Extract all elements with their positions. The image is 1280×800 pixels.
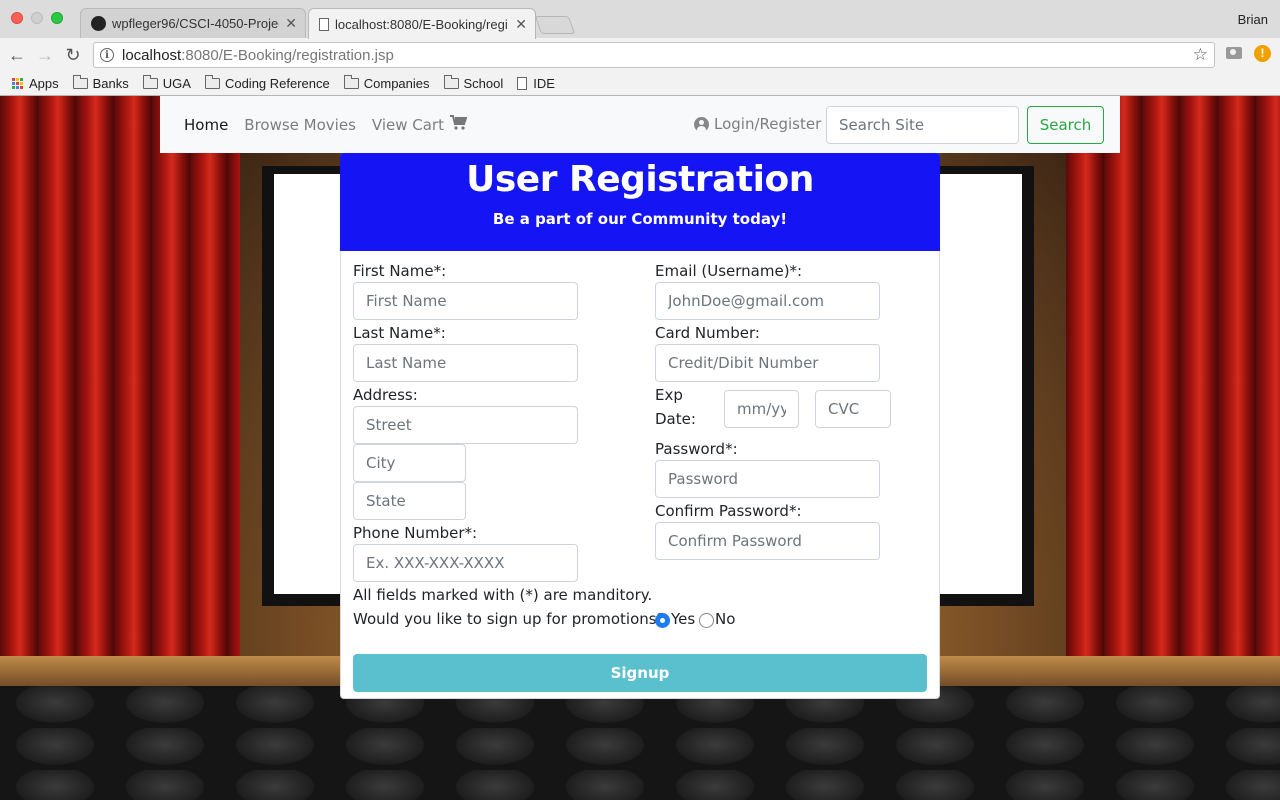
maximize-window-button[interactable] (51, 12, 63, 24)
card-number-field[interactable] (655, 344, 880, 382)
address-bar[interactable]: i localhost:8080/E-Booking/registration.… (93, 42, 1215, 68)
close-tab-icon[interactable]: ✕ (515, 16, 527, 33)
last-name-label: Last Name*: (353, 324, 446, 342)
right-curtain (1066, 96, 1280, 686)
password-label: Password*: (655, 440, 738, 458)
close-tab-icon[interactable]: ✕ (285, 15, 297, 32)
phone-field[interactable] (353, 544, 578, 582)
exp-date-label-line1: Exp (655, 386, 683, 404)
folder-icon (72, 74, 88, 89)
confirm-password-label: Confirm Password*: (655, 502, 802, 520)
reload-icon[interactable]: ↻ (62, 44, 84, 66)
login-label: Login/Register (714, 115, 822, 133)
page-subtitle: Be a part of our Community today! (492, 210, 788, 228)
tab-title: localhost:8080/E-Booking/regi (335, 16, 508, 32)
browser-tab-github[interactable]: wpfleger96/CSCI-4050-Projec ✕ (80, 8, 306, 38)
password-field[interactable] (655, 460, 880, 498)
site-search-button[interactable]: Search (1027, 106, 1104, 144)
email-label: Email (Username)*: (655, 262, 803, 280)
nav-view-cart-link[interactable]: View Cart (371, 115, 468, 134)
last-name-field[interactable] (353, 344, 578, 382)
browser-chrome: wpfleger96/CSCI-4050-Projec ✕ localhost:… (0, 0, 1280, 96)
bookmark-coding-reference[interactable]: Coding Reference (204, 74, 330, 91)
street-field[interactable] (353, 406, 578, 444)
address-label: Address: (353, 386, 418, 404)
bookmark-companies[interactable]: Companies (343, 74, 430, 91)
url-path: :8080/E-Booking/registration.jsp (181, 46, 394, 64)
folder-icon (204, 74, 220, 89)
registration-header: User Registration Be a part of our Commu… (340, 153, 940, 251)
site-search-input[interactable] (826, 106, 1019, 144)
bookmark-label: Banks (92, 75, 129, 91)
camera-icon[interactable] (1226, 47, 1242, 59)
bookmark-uga[interactable]: UGA (142, 74, 191, 91)
bookmark-banks[interactable]: Banks (72, 74, 129, 91)
browser-toolbar: ← → ↻ i localhost:8080/E-Booking/registr… (0, 38, 1280, 72)
bookmark-label: UGA (162, 75, 191, 91)
bookmark-label: Coding Reference (224, 75, 330, 91)
exp-date-field[interactable] (724, 390, 799, 428)
bookmarks-bar: Apps Banks UGA Coding Reference Companie… (0, 72, 1280, 94)
confirm-password-field[interactable] (655, 522, 880, 560)
warning-icon[interactable]: ! (1254, 45, 1271, 62)
email-field[interactable] (655, 282, 880, 320)
promotions-yes-radio[interactable] (655, 613, 670, 628)
bookmark-school[interactable]: School (443, 74, 504, 91)
nav-cart-label: View Cart (371, 115, 444, 134)
cvc-field[interactable] (815, 390, 891, 428)
folder-icon (343, 74, 359, 89)
github-icon (91, 16, 106, 31)
registration-card: User Registration Be a part of our Commu… (340, 153, 940, 699)
nav-browse-movies-link[interactable]: Browse Movies (244, 116, 356, 134)
city-field[interactable] (353, 444, 466, 482)
bookmark-label: Apps (29, 75, 59, 91)
tab-title: wpfleger96/CSCI-4050-Projec (112, 16, 280, 31)
page-icon (319, 17, 329, 31)
minimize-window-button[interactable] (31, 12, 43, 24)
url-host: localhost (122, 46, 182, 64)
card-number-label: Card Number: (655, 324, 760, 342)
promotions-yes-label[interactable]: Yes (671, 610, 695, 628)
state-field[interactable] (353, 482, 466, 520)
nav-login-register-link[interactable]: Login/Register (694, 115, 821, 133)
signup-button[interactable]: Signup (353, 654, 927, 692)
bookmark-label: IDE (533, 75, 555, 91)
close-window-button[interactable] (11, 12, 23, 24)
page-title: User Registration (466, 159, 814, 200)
promotions-question: Would you like to sign up for promotions… (353, 610, 665, 628)
phone-label: Phone Number*: (353, 524, 478, 542)
mandatory-note: All fields marked with (*) are manditory… (353, 586, 653, 604)
left-curtain (0, 96, 240, 686)
page-icon (517, 76, 528, 90)
folder-icon (142, 74, 158, 89)
theater-seats (0, 686, 1280, 800)
bookmark-ide[interactable]: IDE (517, 76, 555, 91)
bookmark-label: School (463, 75, 504, 91)
shopping-cart-icon (449, 115, 468, 134)
first-name-label: First Name*: (353, 262, 447, 280)
promotions-no-label[interactable]: No (715, 610, 735, 628)
promotions-no-radio[interactable] (699, 613, 714, 628)
new-tab-button[interactable] (534, 16, 576, 34)
bookmark-label: Companies (363, 75, 430, 91)
user-circle-icon (694, 116, 709, 132)
tab-strip: wpfleger96/CSCI-4050-Projec ✕ localhost:… (0, 0, 1280, 39)
star-icon[interactable]: ☆ (1193, 45, 1208, 65)
forward-arrow-icon[interactable]: → (34, 44, 56, 66)
first-name-field[interactable] (353, 282, 578, 320)
apps-grid-icon (12, 77, 23, 89)
site-navbar: Home Browse Movies View Cart Login/Regis… (160, 96, 1120, 153)
nav-home-link[interactable]: Home (184, 116, 228, 134)
folder-icon (443, 74, 459, 89)
bookmark-apps[interactable]: Apps (12, 76, 59, 91)
back-arrow-icon[interactable]: ← (6, 44, 28, 66)
info-icon[interactable]: i (100, 48, 114, 62)
profile-name[interactable]: Brian (1238, 12, 1268, 27)
browser-tab-registration[interactable]: localhost:8080/E-Booking/regi ✕ (308, 8, 536, 39)
exp-date-label-line2: Date: (655, 410, 696, 428)
